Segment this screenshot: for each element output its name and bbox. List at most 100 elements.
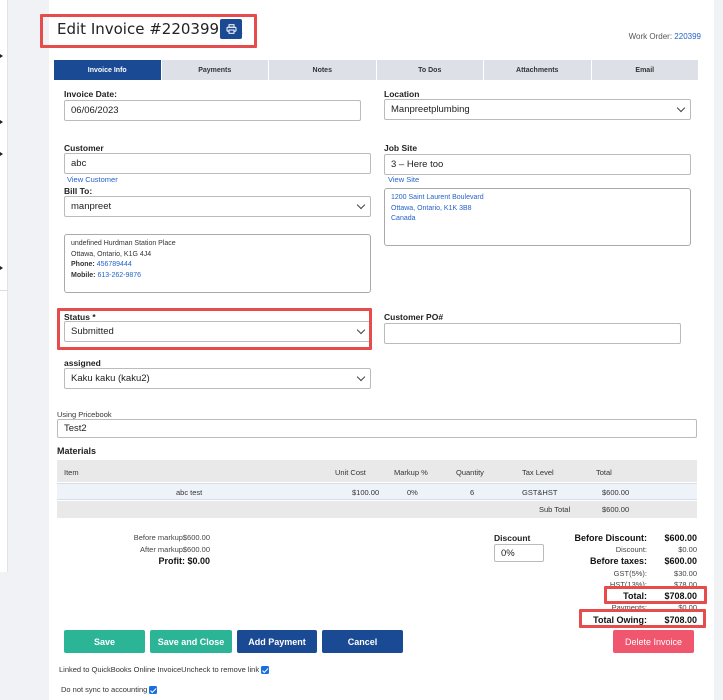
col-item: Item xyxy=(64,468,79,477)
location-value: Manpreetplumbing xyxy=(391,104,470,115)
col-markup: Markup % xyxy=(394,468,428,477)
discount-row-label: Discount: xyxy=(615,545,647,554)
pricebook-label: Using Pricebook xyxy=(57,410,112,419)
discount-row-value: $0.00 xyxy=(678,545,697,554)
after-markup-label: After markup: xyxy=(139,545,185,554)
tab-payments[interactable]: Payments xyxy=(161,60,269,80)
assigned-label: assigned xyxy=(64,358,101,368)
save-and-close-button[interactable]: Save and Close xyxy=(150,630,232,653)
before-discount-value: $600.00 xyxy=(664,533,697,543)
bill-to-label: Bill To: xyxy=(64,186,93,196)
quickbooks-link-row: Linked to QuickBooks Online InvoiceUnche… xyxy=(59,665,270,675)
invoice-date-input[interactable]: 06/06/2023 xyxy=(64,100,361,121)
cell-item: abc test xyxy=(176,488,203,497)
site-address-line[interactable]: 1200 Saint Laurent Boulevard xyxy=(391,193,684,204)
cancel-button[interactable]: Cancel xyxy=(322,630,403,653)
discount-input[interactable]: 0% xyxy=(494,544,544,562)
assigned-select[interactable]: Kaku kaku (kaku2) xyxy=(64,368,371,389)
total-highlight xyxy=(604,586,707,604)
work-order-link[interactable]: 220399 xyxy=(674,32,701,41)
view-customer-link[interactable]: View Customer xyxy=(67,175,118,184)
materials-header: Item Unit Cost Markup % Quantity Tax Lev… xyxy=(57,460,697,482)
materials-title: Materials xyxy=(57,446,97,456)
chevron-down-icon xyxy=(676,103,686,113)
site-address-line[interactable]: Ottawa, Ontario, K1K 3B8 xyxy=(391,204,684,215)
bill-to-select[interactable]: manpreet xyxy=(64,196,371,217)
add-payment-button[interactable]: Add Payment xyxy=(237,630,317,653)
tab-email[interactable]: Email xyxy=(591,60,699,80)
mobile-label: Mobile: xyxy=(71,271,96,279)
title-highlight xyxy=(40,14,257,48)
tab-attachments[interactable]: Attachments xyxy=(484,60,592,80)
left-sidebar xyxy=(0,0,8,572)
tab-to-dos[interactable]: To Dos xyxy=(376,60,484,80)
profit-value: $0.00 xyxy=(187,556,210,566)
delete-invoice-button[interactable]: Delete Invoice xyxy=(613,630,694,653)
no-sync-checkbox[interactable] xyxy=(149,686,158,695)
cell-unit-cost: $100.00 xyxy=(352,488,380,497)
after-markup-value: $600.00 xyxy=(182,545,210,554)
before-discount-label: Before Discount: xyxy=(574,533,647,543)
cell-markup: 0% xyxy=(407,488,418,497)
profit-label: Profit: xyxy=(158,556,186,566)
site-address-line[interactable]: Canada xyxy=(391,214,684,225)
quickbooks-link-text: Linked to QuickBooks Online InvoiceUnche… xyxy=(59,665,260,674)
view-site-link[interactable]: View Site xyxy=(388,175,419,184)
mobile-link[interactable]: 613-262-9876 xyxy=(97,272,141,279)
customer-po-input[interactable] xyxy=(384,323,681,344)
divider xyxy=(0,290,8,291)
job-site-label: Job Site xyxy=(384,143,418,153)
cell-total: $600.00 xyxy=(602,488,630,497)
gst-label: GST(5%): xyxy=(613,569,647,578)
before-taxes-label: Before taxes: xyxy=(589,556,647,566)
chevron-down-icon xyxy=(356,372,366,382)
chevron-right-icon[interactable] xyxy=(0,54,3,58)
total-owing-highlight xyxy=(579,609,706,628)
invoice-date-label: Invoice Date: xyxy=(64,89,117,99)
work-order-label: Work Order: xyxy=(628,32,673,41)
tab-bar: Invoice Info Payments Notes To Dos Attac… xyxy=(54,60,699,80)
chevron-right-icon[interactable] xyxy=(0,152,3,156)
cell-tax-level: GST&HST xyxy=(522,488,558,497)
bill-address-box: undefined Hurdman Station Place Ottawa, … xyxy=(64,234,371,293)
job-site-input[interactable]: 3 – Here too xyxy=(384,154,691,175)
col-unit-cost: Unit Cost xyxy=(335,468,366,477)
bill-address-line: undefined Hurdman Station Place xyxy=(71,240,176,247)
subtotal-row: Sub Total $600.00 xyxy=(57,501,697,518)
bill-address-line: Ottawa, Ontario, K1G 4J4 xyxy=(71,250,152,258)
col-total: Total xyxy=(596,468,612,477)
discount-label: Discount xyxy=(494,533,531,543)
cell-quantity: 6 xyxy=(470,488,475,497)
gst-value: $30.00 xyxy=(674,569,697,578)
save-button[interactable]: Save xyxy=(64,630,145,653)
tab-invoice-info[interactable]: Invoice Info xyxy=(54,60,162,80)
chevron-right-icon[interactable] xyxy=(0,120,3,124)
customer-label: Customer xyxy=(64,143,104,153)
chevron-right-icon[interactable] xyxy=(0,266,3,270)
phone-link[interactable]: 456789444 xyxy=(97,261,132,268)
quickbooks-link-checkbox[interactable] xyxy=(261,666,270,675)
subtotal-label: Sub Total xyxy=(539,505,571,514)
chevron-down-icon xyxy=(356,200,366,210)
subtotal-value: $600.00 xyxy=(602,505,630,514)
before-taxes-value: $600.00 xyxy=(664,556,697,566)
customer-input[interactable]: abc xyxy=(64,153,371,174)
no-sync-text: Do not sync to accounting xyxy=(61,685,148,694)
bill-to-value: manpreet xyxy=(71,201,112,212)
site-address-box: 1200 Saint Laurent Boulevard Ottawa, Ont… xyxy=(384,188,691,246)
no-sync-row: Do not sync to accounting xyxy=(61,685,158,695)
assigned-value: Kaku kaku (kaku2) xyxy=(71,373,150,384)
col-quantity: Quantity xyxy=(456,468,484,477)
customer-po-label: Customer PO# xyxy=(384,312,444,322)
tab-notes[interactable]: Notes xyxy=(269,60,377,80)
location-label: Location xyxy=(384,89,420,99)
before-markup-value: $600.00 xyxy=(182,533,210,542)
pricebook-input[interactable]: Test2 xyxy=(57,419,697,438)
col-tax-level: Tax Level xyxy=(522,468,554,477)
location-select[interactable]: Manpreetplumbing xyxy=(384,99,691,120)
table-row[interactable]: abc test $100.00 0% 6 GST&HST $600.00 xyxy=(57,483,697,500)
status-highlight xyxy=(57,308,372,350)
phone-label: Phone: xyxy=(71,261,95,268)
work-order: Work Order: 220399 xyxy=(629,32,701,41)
before-markup-label: Before markup: xyxy=(133,533,185,542)
